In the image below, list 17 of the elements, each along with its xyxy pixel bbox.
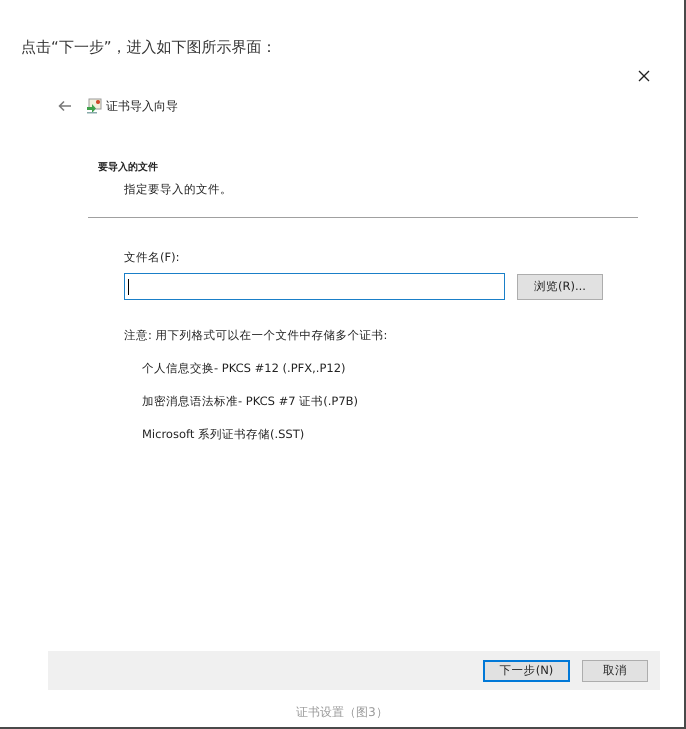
figure-caption: 证书设置（图3） — [295, 704, 389, 721]
cancel-button[interactable]: 取消 — [582, 660, 648, 682]
section-heading: 要导入的文件 — [97, 160, 159, 174]
file-name-field[interactable] — [124, 273, 505, 300]
browse-button[interactable]: 浏览(R)... — [517, 274, 603, 300]
back-arrow-icon[interactable] — [58, 100, 72, 112]
section-description: 指定要导入的文件。 — [123, 181, 233, 197]
format-item: 个人信息交换- PKCS #12 (.PFX,.P12) — [142, 361, 346, 376]
note-text: 注意: 用下列格式可以在一个文件中存储多个证书: — [124, 328, 388, 343]
file-name-label: 文件名(F): — [124, 250, 180, 265]
certificate-icon — [86, 98, 102, 114]
wizard-title: 证书导入向导 — [106, 98, 178, 114]
format-item: 加密消息语法标准- PKCS #7 证书(.P7B) — [142, 394, 360, 409]
intro-text: 点击“下一步”，进入如下图所示界面： — [20, 37, 278, 58]
next-button[interactable]: 下一步(N) — [483, 660, 570, 682]
close-icon[interactable] — [638, 70, 650, 82]
format-item: Microsoft 系列证书存储(.SST) — [142, 427, 306, 442]
